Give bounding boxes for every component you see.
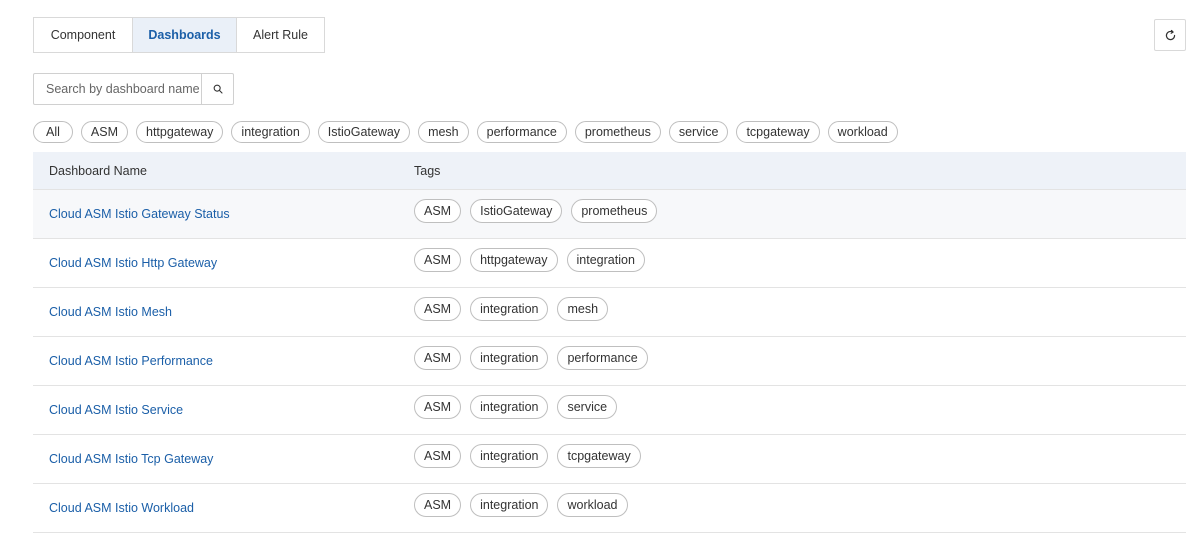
row-tag: integration [566, 248, 645, 272]
refresh-button[interactable] [1154, 19, 1186, 51]
dashboards-table: Dashboard Name Tags Cloud ASM Istio Gate… [33, 152, 1186, 533]
search-input[interactable] [34, 74, 201, 104]
table-row: Cloud ASM Istio Http Gateway ASM httpgatew… [33, 239, 1186, 288]
filter-tag-tcpgateway[interactable]: tcpgateway [736, 121, 820, 143]
tag-filter-bar: All ASM httpgateway integration IstioGateway… [33, 121, 898, 143]
refresh-icon [1165, 29, 1175, 40]
column-header-dashboard-name: Dashboard Name [49, 163, 147, 178]
search-icon [213, 84, 223, 94]
row-tag: integration [470, 493, 549, 517]
row-tag: integration [470, 297, 549, 321]
dashboard-link[interactable]: Cloud ASM Istio Performance [49, 354, 213, 368]
dashboard-name-cell: Cloud ASM Istio Gateway Status [33, 205, 414, 223]
dashboard-name-cell: Cloud ASM Istio Mesh [33, 303, 414, 321]
tab-component[interactable]: Component [34, 18, 132, 52]
search-button[interactable] [201, 74, 233, 104]
column-header-tags: Tags [414, 163, 441, 178]
row-tag: integration [470, 346, 549, 370]
table-row: Cloud ASM Istio Tcp Gateway ASM integratio… [33, 435, 1186, 484]
dashboard-name-cell: Cloud ASM Istio Http Gateway [33, 254, 414, 272]
dashboard-name-cell: Cloud ASM Istio Performance [33, 352, 414, 370]
dashboard-link[interactable]: Cloud ASM Istio Http Gateway [49, 256, 217, 270]
table-row: Cloud ASM Istio Performance ASM integratio… [33, 337, 1186, 386]
dashboard-name-cell: Cloud ASM Istio Workload [33, 499, 414, 517]
filter-tag-service[interactable]: service [668, 121, 729, 143]
row-tag: ASM [414, 346, 462, 370]
filter-tag-asm[interactable]: ASM [80, 121, 128, 143]
filter-tag-workload[interactable]: workload [827, 121, 898, 143]
tab-alert-rule[interactable]: Alert Rule [236, 18, 324, 52]
view-tabs: Component Dashboards Alert Rule [33, 17, 325, 53]
tags-cell: ASM httpgateway integration [414, 248, 1186, 272]
row-tag: ASM [414, 297, 462, 321]
dashboard-link[interactable]: Cloud ASM Istio Gateway Status [49, 207, 230, 221]
tags-cell: ASM integration tcpgateway [414, 444, 1186, 468]
filter-tag-prometheus[interactable]: prometheus [574, 121, 661, 143]
row-tag: ASM [414, 395, 462, 419]
tags-cell: ASM integration service [414, 395, 1186, 419]
dashboard-link[interactable]: Cloud ASM Istio Tcp Gateway [49, 452, 213, 466]
table-row: Cloud ASM Istio Service ASM integration ser… [33, 386, 1186, 435]
search-box [33, 73, 234, 105]
dashboard-link[interactable]: Cloud ASM Istio Service [49, 403, 183, 417]
table-row: Cloud ASM Istio Workload ASM integration wo… [33, 484, 1186, 533]
dashboard-name-cell: Cloud ASM Istio Tcp Gateway [33, 450, 414, 468]
filter-tag-mesh[interactable]: mesh [418, 121, 469, 143]
row-tag: ASM [414, 444, 462, 468]
table-body: Cloud ASM Istio Gateway Status ASM IstioGa… [33, 190, 1186, 533]
table-row: Cloud ASM Istio Mesh ASM integration mesh [33, 288, 1186, 337]
tab-dashboards[interactable]: Dashboards [132, 18, 236, 52]
row-tag: IstioGateway [470, 199, 563, 223]
row-tag: ASM [414, 493, 462, 517]
dashboard-link[interactable]: Cloud ASM Istio Workload [49, 501, 194, 515]
tags-cell: ASM integration performance [414, 346, 1186, 370]
row-tag: ASM [414, 199, 462, 223]
filter-tag-performance[interactable]: performance [476, 121, 567, 143]
row-tag: tcpgateway [557, 444, 641, 468]
tags-cell: ASM integration workload [414, 493, 1186, 517]
filter-tag-httpgateway[interactable]: httpgateway [136, 121, 224, 143]
row-tag: httpgateway [470, 248, 558, 272]
row-tag: workload [557, 493, 628, 517]
tags-cell: ASM IstioGateway prometheus [414, 199, 1186, 223]
filter-tag-integration[interactable]: integration [231, 121, 310, 143]
row-tag: service [557, 395, 618, 419]
tags-cell: ASM integration mesh [414, 297, 1186, 321]
filter-tag-all[interactable]: All [33, 121, 73, 143]
table-row: Cloud ASM Istio Gateway Status ASM IstioGa… [33, 190, 1186, 239]
filter-tag-istiogateway[interactable]: IstioGateway [317, 121, 411, 143]
row-tag: mesh [557, 297, 609, 321]
row-tag: ASM [414, 248, 462, 272]
table-header: Dashboard Name Tags [33, 152, 1186, 190]
row-tag: integration [470, 395, 549, 419]
row-tag: integration [470, 444, 549, 468]
row-tag: prometheus [571, 199, 658, 223]
dashboard-name-cell: Cloud ASM Istio Service [33, 401, 414, 419]
row-tag: performance [557, 346, 648, 370]
dashboard-link[interactable]: Cloud ASM Istio Mesh [49, 305, 172, 319]
